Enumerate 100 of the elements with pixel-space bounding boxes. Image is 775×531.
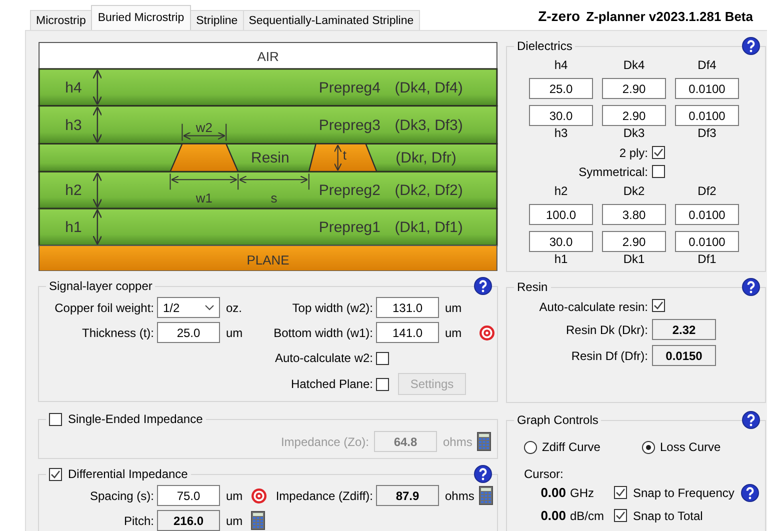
output-field: 64.8 (374, 431, 437, 452)
chevron-icon (205, 304, 214, 311)
dimension-label: t (342, 148, 346, 163)
column-label: Df1 (696, 252, 718, 268)
input-field[interactable]: 131.0 (376, 297, 439, 318)
dimension-arrow (170, 173, 239, 190)
input-field[interactable]: 100.0 (529, 204, 593, 225)
column-label: Dk2 (622, 183, 646, 198)
group-title: Signal-layer copper (46, 279, 156, 294)
height-arrow (92, 209, 102, 245)
brand-name: Z-zero (538, 8, 580, 24)
field-label: Resin Dk (Dkr): (564, 322, 648, 336)
unit-label: oz. (226, 300, 242, 315)
unit-label: ohms (445, 488, 474, 502)
tab[interactable]: Sequentially-Laminated Stripline (242, 10, 420, 30)
unit-label: dB/cm (570, 508, 606, 522)
radio-button[interactable] (524, 440, 537, 454)
calculator-icon[interactable] (479, 486, 493, 505)
checkbox[interactable] (49, 468, 62, 480)
unit-label: um (445, 326, 462, 340)
field-label: Impedance (Zo): (280, 434, 369, 449)
input-field[interactable]: 2.90 (602, 78, 666, 99)
input-field[interactable]: 30.0 (529, 105, 593, 126)
help-icon[interactable] (474, 277, 492, 296)
checkbox[interactable] (614, 486, 627, 499)
tab[interactable]: Buried Microstrip (90, 5, 192, 30)
field-label: Top width (w2): (291, 300, 373, 315)
layer-name: PLANE (246, 252, 290, 268)
checkbox[interactable] (652, 165, 665, 178)
radio-label: Loss Curve (660, 440, 721, 454)
dimension-arrow (238, 173, 310, 190)
checkbox[interactable] (376, 352, 389, 365)
checkbox-label: Snap to Total (633, 508, 704, 522)
dimension-label: w2 (196, 120, 212, 135)
column-label: Df4 (696, 57, 718, 72)
input-field[interactable]: 25.0 (529, 78, 593, 99)
input-field[interactable]: 2.90 (602, 231, 666, 252)
field-label: Copper foil weight: (54, 300, 154, 315)
section-label: Cursor: (524, 467, 564, 481)
tab[interactable]: Microstrip (30, 10, 92, 30)
input-field[interactable]: 25.0 (157, 322, 220, 344)
checkbox-label: Auto-calculate w2: (274, 351, 373, 366)
output-field: 216.0 (157, 510, 220, 531)
column-label: h3 (553, 126, 569, 142)
checkbox-label: Auto-calculate resin: (538, 300, 648, 314)
input-field[interactable]: 2.90 (602, 105, 666, 126)
help-icon[interactable] (742, 278, 760, 296)
dimension-label: w1 (196, 190, 212, 206)
calculator-icon[interactable] (477, 432, 491, 452)
help-icon[interactable] (742, 411, 760, 429)
input-field[interactable]: 30.0 (529, 231, 593, 252)
layer-name: AIR (257, 48, 279, 64)
radio-button[interactable] (642, 440, 655, 454)
checkbox[interactable] (49, 412, 62, 426)
unit-label: um (445, 300, 462, 315)
dimension-arrow (182, 123, 227, 142)
group-title: Graph Controls (514, 413, 602, 427)
dropdown[interactable]: 1/2 (157, 297, 220, 318)
column-label: Dk1 (622, 252, 646, 268)
field-label: Thickness (t): (80, 326, 154, 340)
target-icon[interactable] (250, 488, 267, 504)
dimension-label: s (270, 190, 278, 206)
checkbox-label: Hatched Plane: (290, 377, 373, 392)
layer-parameters: (Dk3, Df3) (394, 116, 463, 134)
input-field[interactable]: 0.0100 (675, 105, 739, 126)
height-label: h1 (65, 219, 82, 236)
checkbox[interactable] (376, 378, 389, 391)
checkbox[interactable] (652, 299, 665, 312)
output-field: 0.0150 (652, 345, 716, 366)
input-field[interactable]: 0.0100 (675, 204, 739, 225)
column-label: Df2 (696, 183, 718, 198)
layer-parameters: (Dk4, Df4) (394, 79, 463, 96)
help-icon[interactable] (474, 465, 492, 483)
tab[interactable]: Stripline (190, 10, 244, 30)
cursor-value: 0.00 (540, 508, 566, 523)
input-field[interactable]: 3.80 (602, 204, 666, 225)
column-label: h1 (553, 252, 569, 268)
layer-name: Resin (251, 150, 290, 167)
unit-label: um (226, 326, 243, 340)
column-label: Dk4 (622, 57, 646, 72)
group-title: Single-Ended Impedance (68, 412, 203, 426)
layer-parameters: (Dk1, Df1) (394, 219, 463, 236)
app-title: Z-planner v2023.1.281 Beta (586, 9, 753, 24)
calculator-icon[interactable] (250, 511, 265, 530)
height-label: h4 (65, 79, 82, 96)
column-label: Dk3 (622, 126, 646, 142)
input-field[interactable]: 0.0100 (675, 78, 739, 99)
height-label: h2 (65, 182, 82, 200)
help-icon[interactable] (742, 37, 760, 55)
output-field: 2.32 (652, 319, 716, 340)
input-field[interactable]: 141.0 (376, 322, 439, 344)
radio-label: Zdiff Curve (542, 440, 600, 454)
target-icon[interactable] (479, 324, 495, 341)
unit-label: um (226, 514, 243, 528)
help-icon[interactable] (741, 484, 759, 502)
input-field[interactable]: 75.0 (157, 485, 220, 506)
input-field[interactable]: 0.0100 (675, 231, 739, 252)
column-label: h4 (553, 57, 569, 72)
checkbox[interactable] (614, 509, 627, 522)
checkbox[interactable] (652, 146, 665, 159)
